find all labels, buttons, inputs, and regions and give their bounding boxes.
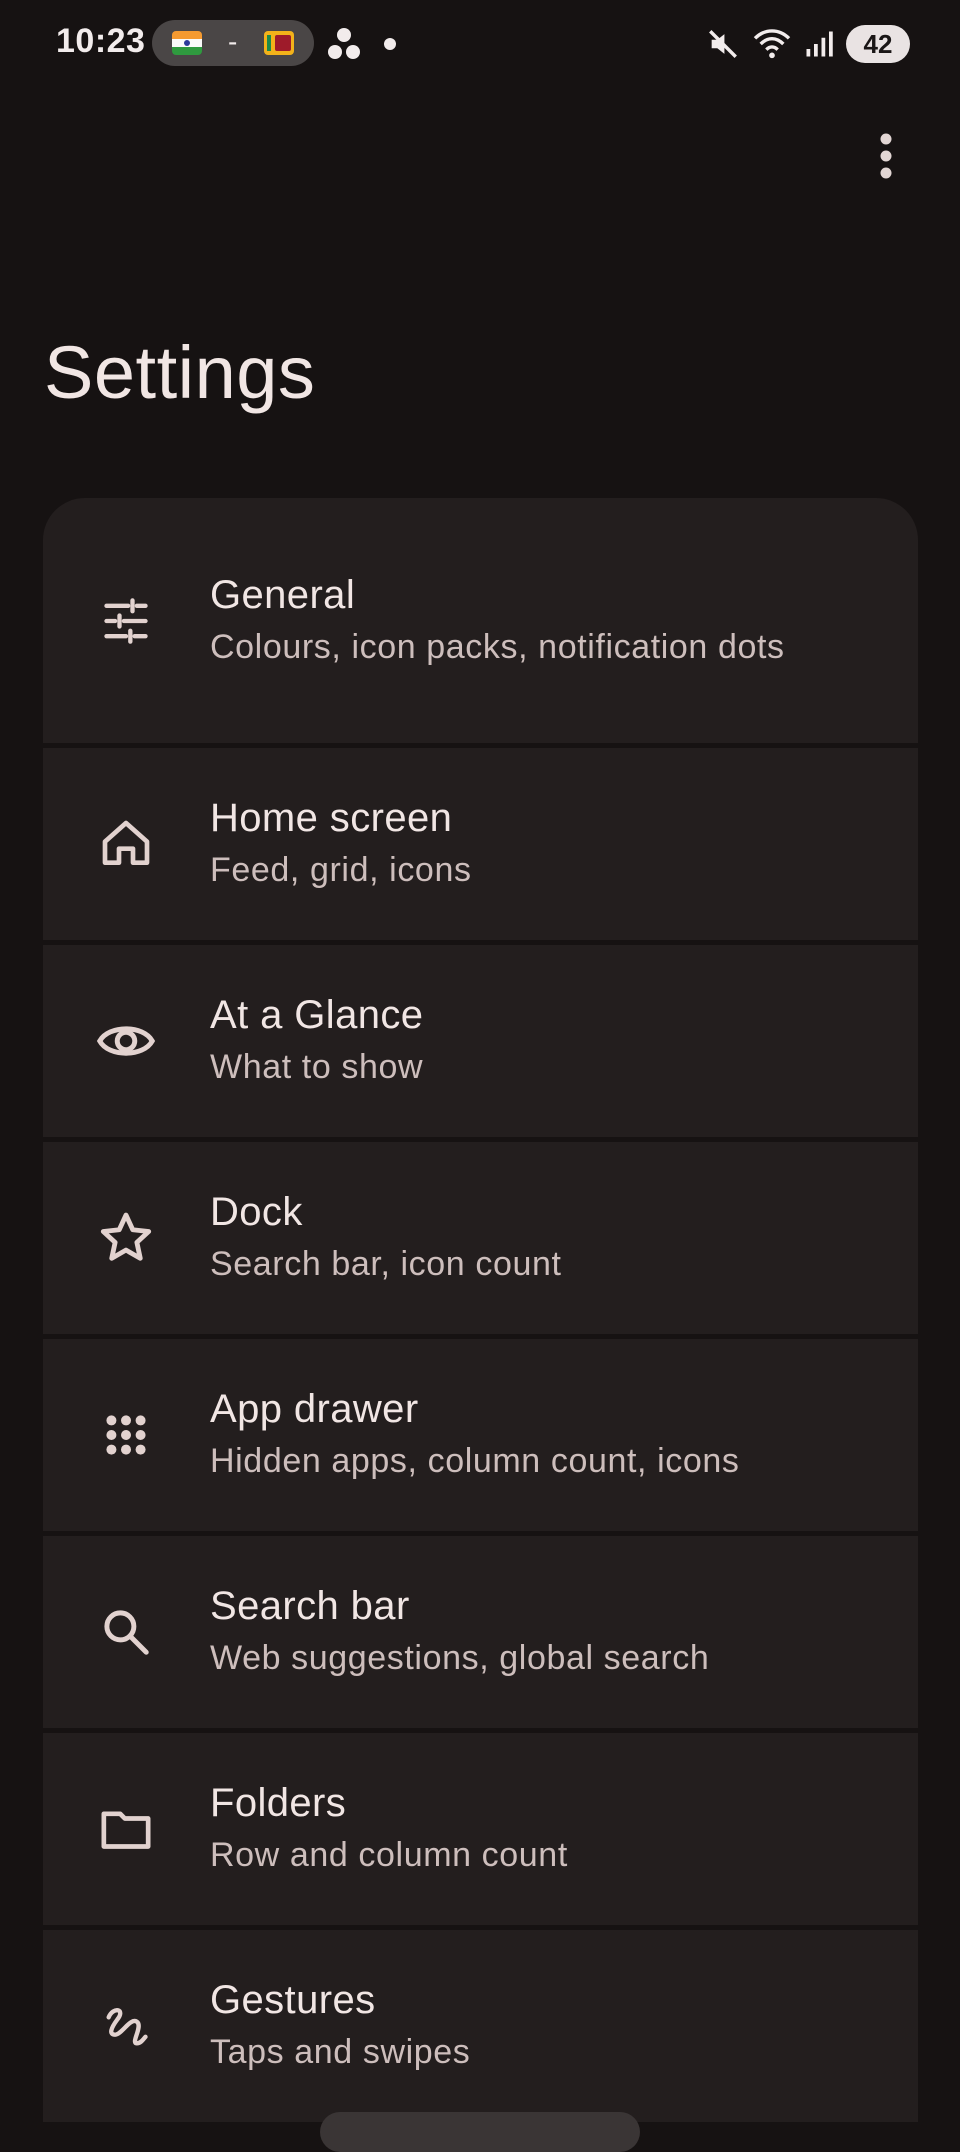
- settings-item-text: General Colours, icon packs, notificatio…: [210, 569, 830, 673]
- mute-icon: [709, 30, 737, 58]
- settings-item-title: Folders: [210, 1781, 347, 1825]
- flag-chip: -: [152, 20, 314, 66]
- settings-item-subtitle: Hidden apps, column count, icons: [210, 1442, 740, 1480]
- settings-item-text: Gestures Taps and swipes: [210, 1974, 830, 2078]
- sliders-icon: [96, 591, 156, 651]
- more-vert-icon: [880, 133, 892, 179]
- settings-item-text: Search bar Web suggestions, global searc…: [210, 1580, 830, 1684]
- settings-item-general[interactable]: General Colours, icon packs, notificatio…: [43, 498, 918, 743]
- settings-item-subtitle: Web suggestions, global search: [210, 1639, 710, 1677]
- settings-item-text: Home screen Feed, grid, icons: [210, 792, 830, 896]
- settings-item-subtitle: Feed, grid, icons: [210, 851, 472, 889]
- settings-item-folders[interactable]: Folders Row and column count: [43, 1733, 918, 1925]
- settings-item-title: At a Glance: [210, 993, 424, 1037]
- settings-item-title: General: [210, 572, 356, 617]
- app-notification-icon: [328, 28, 360, 59]
- star-icon: [96, 1208, 156, 1268]
- status-time: 10:23: [56, 22, 146, 60]
- settings-item-title: App drawer: [210, 1387, 419, 1431]
- folder-icon: [96, 1799, 156, 1859]
- eye-icon: [96, 1011, 156, 1071]
- settings-item-search-bar[interactable]: Search bar Web suggestions, global searc…: [43, 1536, 918, 1728]
- settings-item-title: Home screen: [210, 796, 453, 840]
- more-notifications-dot-icon: [384, 38, 396, 50]
- page-title: Settings: [44, 331, 316, 414]
- india-flag-icon: [172, 31, 202, 55]
- settings-list: General Colours, icon packs, notificatio…: [43, 498, 918, 2122]
- status-icons: 42: [706, 22, 910, 66]
- battery-level: 42: [846, 25, 910, 63]
- settings-item-subtitle: Row and column count: [210, 1836, 568, 1874]
- settings-item-app-drawer[interactable]: App drawer Hidden apps, column count, ic…: [43, 1339, 918, 1531]
- settings-item-gestures[interactable]: Gestures Taps and swipes: [43, 1930, 918, 2122]
- status-bar: 10:23 - 42: [0, 0, 960, 90]
- settings-item-title: Gestures: [210, 1978, 376, 2022]
- home-icon: [96, 814, 156, 874]
- grid-dots-icon: [96, 1405, 156, 1465]
- settings-item-text: At a Glance What to show: [210, 989, 830, 1093]
- overflow-menu-button[interactable]: [862, 124, 910, 188]
- gesture-icon: [96, 1996, 156, 2056]
- settings-item-at-a-glance[interactable]: At a Glance What to show: [43, 945, 918, 1137]
- signal-icon: [806, 31, 833, 57]
- settings-item-home-screen[interactable]: Home screen Feed, grid, icons: [43, 748, 918, 940]
- settings-item-dock[interactable]: Dock Search bar, icon count: [43, 1142, 918, 1334]
- settings-item-text: App drawer Hidden apps, column count, ic…: [210, 1383, 830, 1487]
- sri-lanka-flag-icon: [264, 31, 294, 55]
- settings-item-subtitle: What to show: [210, 1048, 424, 1086]
- search-icon: [96, 1602, 156, 1662]
- settings-item-title: Search bar: [210, 1584, 410, 1628]
- navigation-handle[interactable]: [320, 2112, 640, 2152]
- settings-item-subtitle: Colours, icon packs, notification dots: [210, 627, 785, 666]
- flag-separator: -: [228, 26, 238, 57]
- settings-item-text: Dock Search bar, icon count: [210, 1186, 830, 1290]
- wifi-icon: [753, 29, 791, 59]
- settings-item-text: Folders Row and column count: [210, 1777, 830, 1881]
- settings-item-subtitle: Search bar, icon count: [210, 1245, 562, 1283]
- settings-item-subtitle: Taps and swipes: [210, 2033, 471, 2071]
- settings-item-title: Dock: [210, 1190, 303, 1234]
